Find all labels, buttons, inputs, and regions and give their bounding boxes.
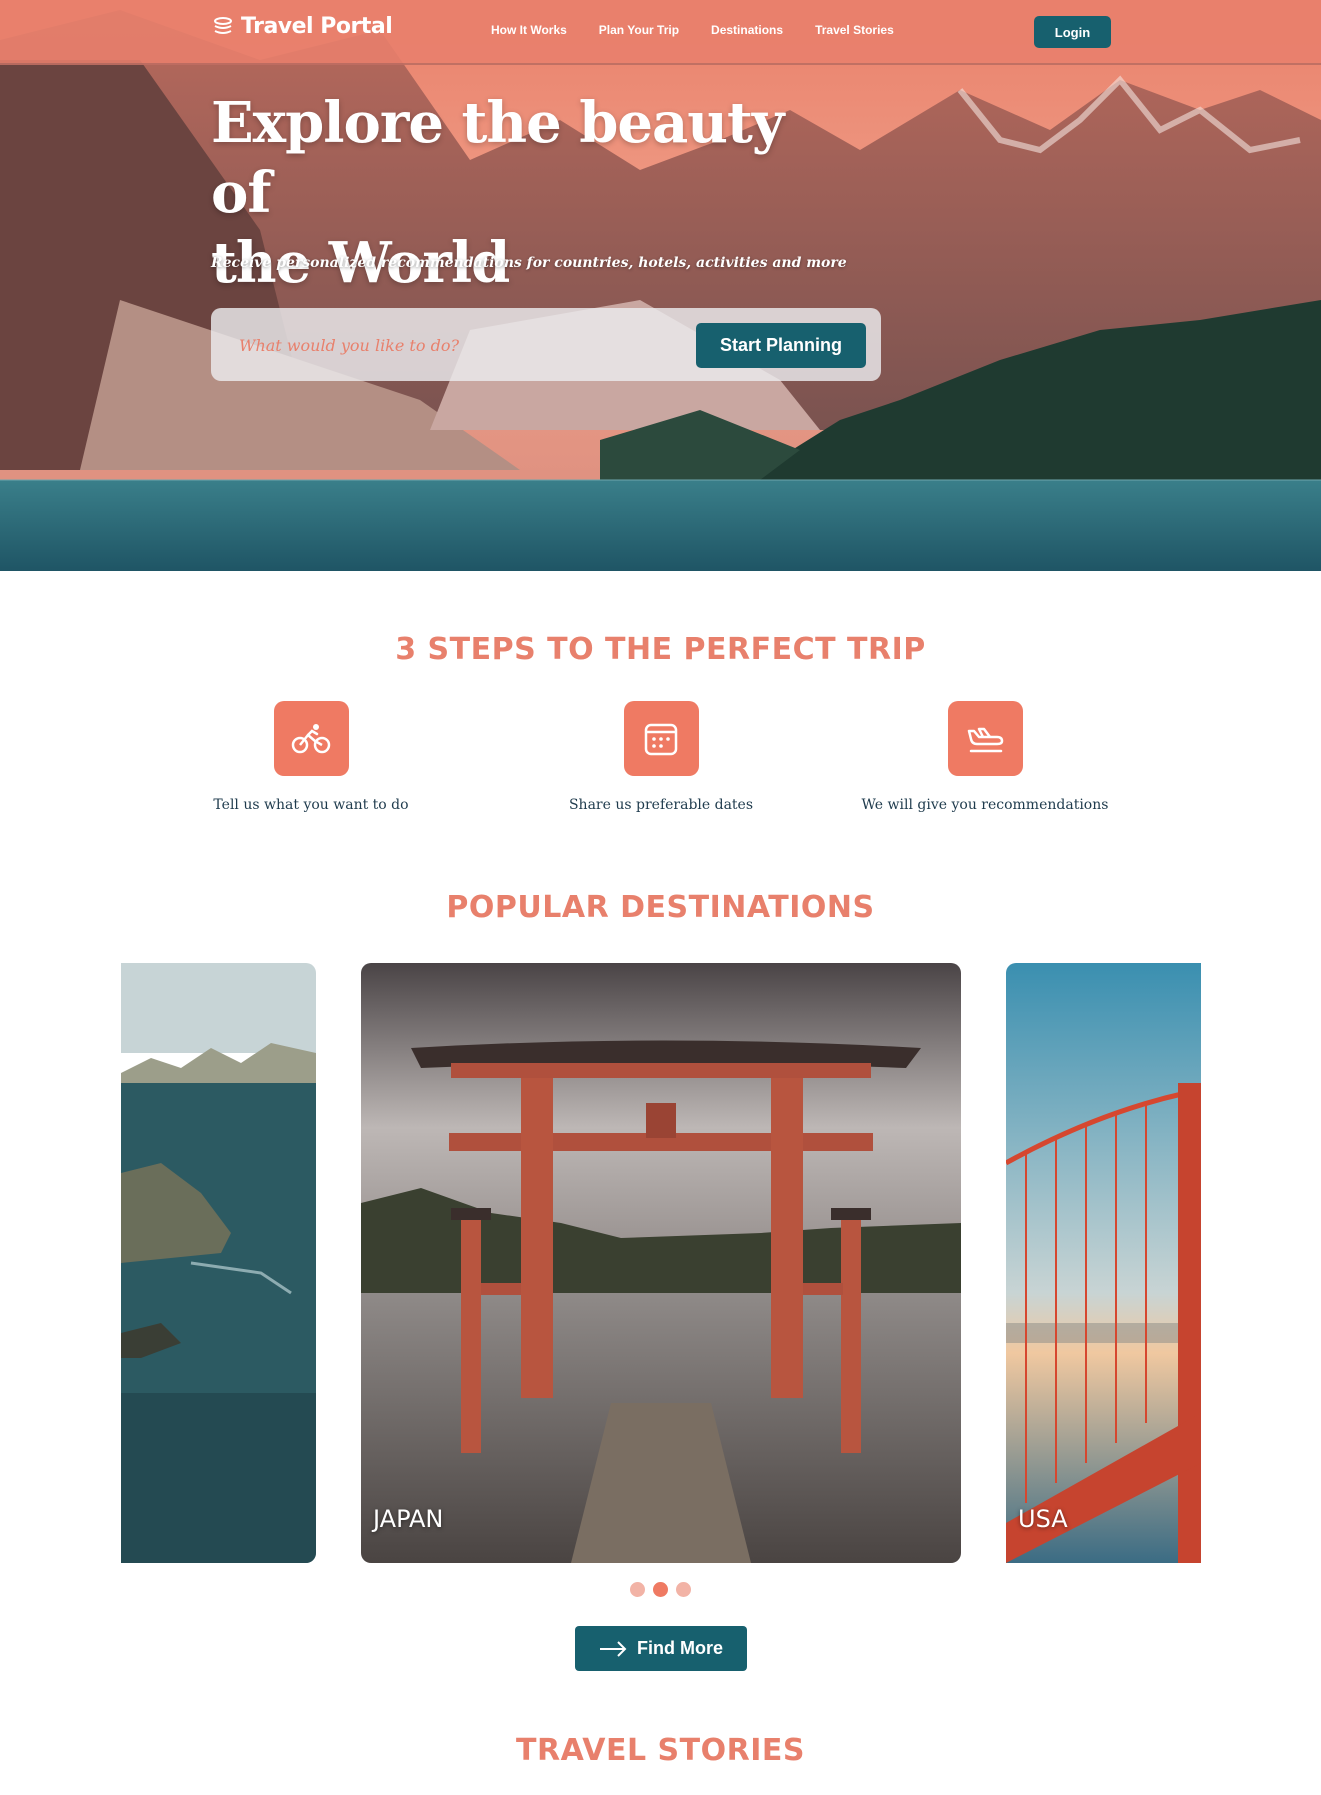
step-icon-box — [273, 701, 349, 776]
stories-section-title: TRAVEL STORIES — [516, 1733, 805, 1768]
nav-link-destinations[interactable]: Destinations — [711, 23, 783, 37]
hero-title-line-1: Explore the beauty of — [211, 90, 784, 226]
step-item-recommendations: We will give you recommendations — [835, 701, 1135, 813]
hero-subtitle: Receive personalized recommendations for… — [211, 255, 847, 271]
step-label: Share us preferable dates — [568, 797, 754, 813]
step-item-dates: Share us preferable dates — [511, 701, 811, 813]
main-nav: How It Works Plan Your Trip Destinations… — [491, 23, 894, 37]
destination-card-coast[interactable] — [121, 963, 316, 1563]
brand-name: Travel Portal — [241, 14, 393, 39]
step-icon-box — [623, 701, 699, 776]
step-item-what: Tell us what you want to do — [161, 701, 461, 813]
destination-card-usa[interactable]: USA — [1006, 963, 1201, 1563]
trip-search-input[interactable] — [239, 330, 659, 360]
login-button[interactable]: Login — [1034, 16, 1111, 48]
start-planning-button[interactable]: Start Planning — [696, 323, 866, 368]
calendar-icon — [644, 723, 678, 755]
step-label: Tell us what you want to do — [213, 797, 409, 813]
carousel-dot-3[interactable] — [676, 1582, 691, 1597]
destination-card-japan[interactable]: JAPAN — [361, 963, 961, 1563]
nav-link-travel-stories[interactable]: Travel Stories — [815, 23, 894, 37]
hero-section: Travel Portal How It Works Plan Your Tri… — [0, 0, 1321, 571]
nav-link-how-it-works[interactable]: How It Works — [491, 23, 567, 37]
find-more-button[interactable]: Find More — [575, 1626, 747, 1671]
find-more-label: Find More — [637, 1638, 723, 1658]
stack-logo-icon — [214, 16, 232, 34]
destinations-section-title: POPULAR DESTINATIONS — [446, 890, 875, 925]
brand-logo[interactable]: Travel Portal — [211, 14, 393, 39]
destination-card-label: USA — [1018, 1505, 1068, 1533]
torii-gate-photo — [361, 963, 961, 1563]
nav-link-plan-your-trip[interactable]: Plan Your Trip — [599, 23, 679, 37]
golden-gate-photo — [1006, 963, 1201, 1563]
steps-section-title: 3 STEPS TO THE PERFECT TRIP — [395, 632, 926, 667]
trip-search-box: Start Planning — [211, 308, 881, 381]
step-label: We will give you recommendations — [861, 797, 1109, 813]
coast-photo — [121, 963, 316, 1563]
carousel-dot-1[interactable] — [630, 1582, 645, 1597]
step-icon-box — [947, 701, 1023, 776]
airplane-icon — [967, 727, 1004, 752]
destination-card-label: JAPAN — [373, 1505, 444, 1533]
bicycle-icon — [291, 723, 331, 753]
carousel-dot-2[interactable] — [653, 1582, 668, 1597]
arrow-right-icon — [600, 1640, 627, 1657]
carousel-pagination — [630, 1582, 691, 1597]
top-navbar: Travel Portal How It Works Plan Your Tri… — [0, 0, 1321, 65]
